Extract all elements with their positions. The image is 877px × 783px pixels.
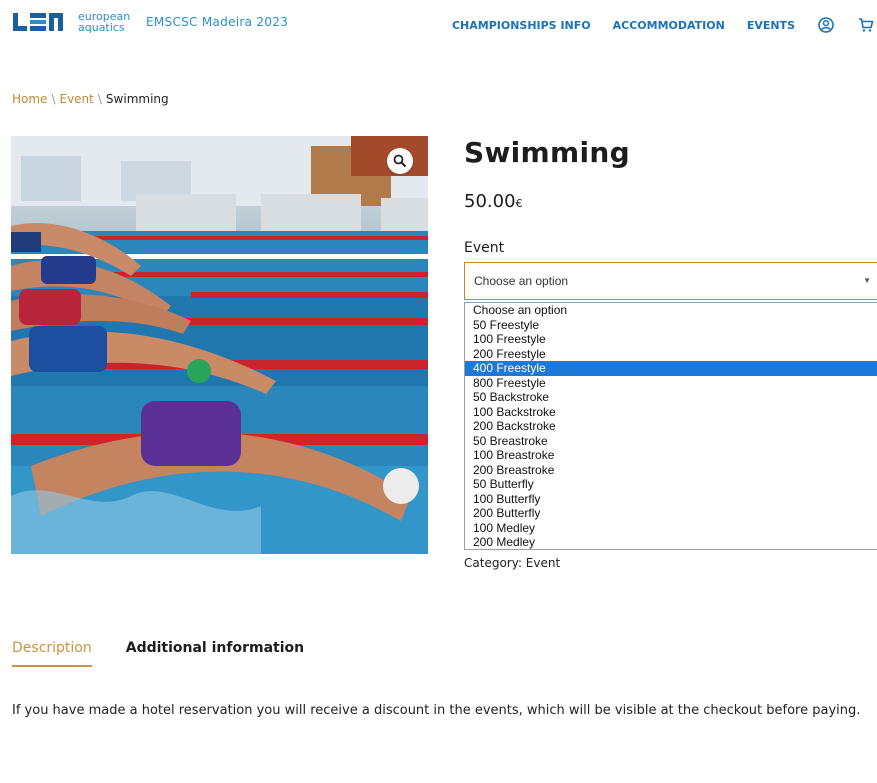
event-select[interactable]: Choose an option ▼ xyxy=(464,262,877,300)
dropdown-option[interactable]: 100 Freestyle xyxy=(465,332,877,347)
price-currency: € xyxy=(515,197,523,210)
product-image[interactable] xyxy=(11,136,428,554)
dropdown-option[interactable]: 50 Backstroke xyxy=(465,390,877,405)
dropdown-option[interactable]: Choose an option xyxy=(465,303,877,318)
swimmers-photo xyxy=(11,136,428,554)
dropdown-option[interactable]: 100 Breastroke xyxy=(465,448,877,463)
dropdown-option[interactable]: 100 Medley xyxy=(465,521,877,536)
len-logo-icon xyxy=(13,13,63,31)
breadcrumb-separator: \ xyxy=(97,92,102,106)
dropdown-option[interactable]: 200 Medley xyxy=(465,535,877,550)
dropdown-option[interactable]: 200 Butterfly xyxy=(465,506,877,521)
nav-events[interactable]: EVENTS xyxy=(747,19,795,32)
product-category: Category: Event xyxy=(464,556,561,570)
breadcrumb-current: Swimming xyxy=(105,92,169,106)
logo-text: european aquatics xyxy=(78,11,130,33)
event-dropdown-list[interactable]: Choose an option 50 Freestyle 100 Freest… xyxy=(464,302,877,550)
dropdown-option[interactable]: 100 Backstroke xyxy=(465,405,877,420)
dropdown-option[interactable]: 200 Freestyle xyxy=(465,347,877,362)
breadcrumb-separator: \ xyxy=(51,92,56,106)
breadcrumb-event[interactable]: Event xyxy=(59,92,93,106)
site-name[interactable]: EMSCSC Madeira 2023 xyxy=(146,15,288,29)
breadcrumb: Home \ Event \ Swimming xyxy=(12,92,169,106)
price-amount: 50.00 xyxy=(464,191,516,212)
breadcrumb-home[interactable]: Home xyxy=(12,92,47,106)
dropdown-option[interactable]: 50 Breastroke xyxy=(465,434,877,449)
logo[interactable]: european aquatics xyxy=(12,10,130,34)
dropdown-option[interactable]: 50 Butterfly xyxy=(465,477,877,492)
magnifier-icon xyxy=(393,154,407,168)
zoom-button[interactable] xyxy=(387,148,413,174)
logo-line-2: aquatics xyxy=(78,21,125,34)
user-icon[interactable] xyxy=(817,16,835,34)
event-select-value: Choose an option xyxy=(474,274,569,288)
dropdown-option[interactable]: 200 Breastroke xyxy=(465,463,877,478)
dropdown-option[interactable]: 800 Freestyle xyxy=(465,376,877,391)
nav-championships-info[interactable]: CHAMPIONSHIPS INFO xyxy=(452,19,591,32)
chevron-down-icon: ▼ xyxy=(863,276,871,285)
product-title: Swimming xyxy=(464,136,630,169)
main-nav: CHAMPIONSHIPS INFO ACCOMMODATION EVENTS xyxy=(430,16,877,34)
nav-accommodation[interactable]: ACCOMMODATION xyxy=(613,19,725,32)
site-header: european aquatics EMSCSC Madeira 2023 CH… xyxy=(0,0,877,48)
product-price: 50.00€ xyxy=(464,191,523,212)
dropdown-option[interactable]: 50 Freestyle xyxy=(465,318,877,333)
cart-icon[interactable] xyxy=(857,16,875,34)
tab-description[interactable]: Description xyxy=(12,640,92,667)
dropdown-option[interactable]: 200 Backstroke xyxy=(465,419,877,434)
tab-additional-information[interactable]: Additional information xyxy=(126,640,304,667)
dropdown-option-highlighted[interactable]: 400 Freestyle xyxy=(465,361,877,376)
description-text: If you have made a hotel reservation you… xyxy=(12,703,861,718)
product-tabs: Description Additional information xyxy=(12,640,338,667)
event-label: Event xyxy=(464,240,505,256)
dropdown-option[interactable]: 100 Butterfly xyxy=(465,492,877,507)
